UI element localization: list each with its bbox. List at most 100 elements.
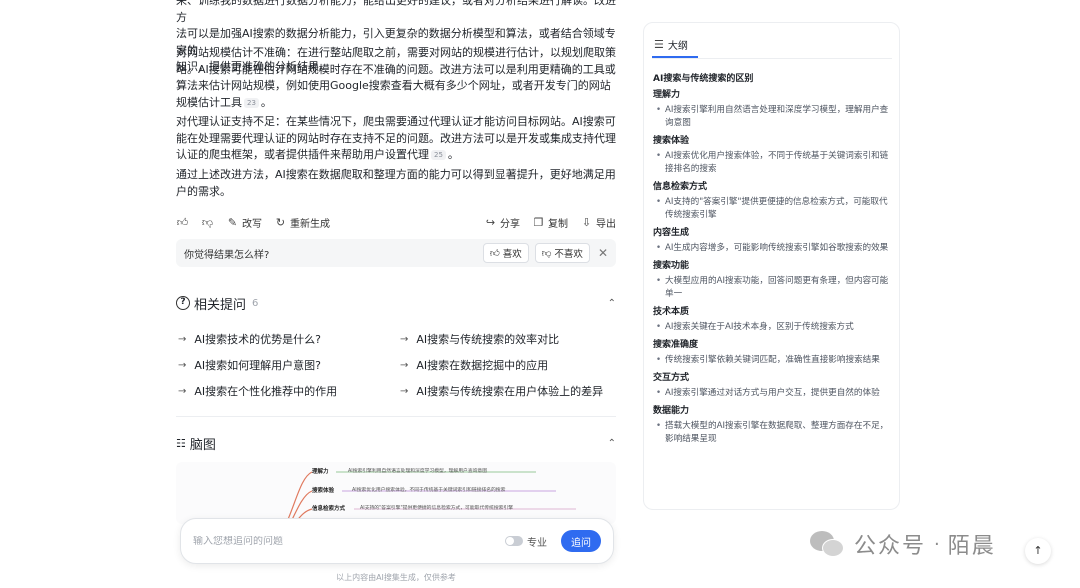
answer-text: 通过上述改进方法，AI搜索在数据爬取和整理方面的能力可以得到显著提升，更好地满足… bbox=[176, 168, 616, 198]
mindmap-node-text: AI支持的"答案引擎"提供更便捷的信息检索方式，可能取代传统搜索引擎 bbox=[360, 506, 514, 511]
related-question-text: AI搜索与传统搜索在用户体验上的差异 bbox=[416, 385, 604, 398]
tab-outline[interactable]: ☰ 大纲 bbox=[654, 33, 688, 55]
answer-text: 对代理认证支持不足：在某些情况下，爬虫需要通过代理认证才能访问目标网站。AI搜索… bbox=[176, 115, 616, 161]
related-title: 相关提问 bbox=[194, 297, 247, 313]
copy-button[interactable]: ❐ 复制 bbox=[532, 215, 568, 230]
arrow-up-icon: ↑ bbox=[1033, 544, 1043, 557]
related-questions-header[interactable]: ? 相关提问 6 ⌃ bbox=[176, 293, 616, 313]
outline-heading[interactable]: 技术本质 bbox=[653, 306, 893, 319]
outline-section: 内容生成 AI生成内容增多，可能影响传统搜索引擎如谷歌搜索的效果 bbox=[653, 227, 893, 255]
refresh-icon: ↻ bbox=[275, 215, 286, 229]
export-button[interactable]: ⇩ 导出 bbox=[580, 215, 616, 230]
outline-section: 交互方式 AI搜索引擎通过对话方式与用户交互，提供更自然的体验 bbox=[653, 372, 893, 400]
outline-heading[interactable]: 搜索准确度 bbox=[653, 339, 893, 352]
watermark-separator: · bbox=[934, 533, 940, 555]
citation-badge[interactable]: 25 bbox=[431, 150, 446, 160]
arrow-right-icon: → bbox=[178, 359, 187, 371]
answer-line: 采、训练我的数据进行数据分析能力，能给出更好的建议，或者对分析结果进行解读。改进… bbox=[176, 0, 616, 24]
share-button[interactable]: ↪ 分享 bbox=[484, 215, 520, 230]
mindmap-title: 脑图 bbox=[189, 437, 216, 453]
outline-body: AI搜索与传统搜索的区别 理解力 AI搜索引擎利用自然语言处理和深度学习模型，理… bbox=[653, 73, 893, 451]
thumbs-up-button[interactable]: 👍︎ bbox=[176, 216, 189, 229]
wechat-icon bbox=[810, 529, 846, 559]
arrow-right-icon: → bbox=[400, 385, 409, 397]
watermark-author: 陌晨 bbox=[947, 534, 996, 559]
outline-item[interactable]: AI搜索关键在于AI技术本身，区别于传统搜索方式 bbox=[653, 321, 893, 334]
arrow-right-icon: → bbox=[178, 385, 187, 397]
regenerate-button[interactable]: ↻ 重新生成 bbox=[274, 215, 330, 230]
related-question[interactable]: → AI搜索技术的优势是什么? bbox=[178, 331, 321, 347]
related-question-text: AI搜索与传统搜索的效率对比 bbox=[416, 333, 560, 346]
outline-title[interactable]: AI搜索与传统搜索的区别 bbox=[653, 73, 893, 86]
mindmap-header[interactable]: ☷ 脑图 ⌃ bbox=[176, 433, 616, 453]
outline-item[interactable]: 大模型应用的AI搜索功能，回答问题更有条理，但内容可能单一 bbox=[653, 275, 893, 301]
chevron-up-icon[interactable]: ⌃ bbox=[608, 298, 616, 309]
answer-actions-bar: 👍︎ 👎︎ ✎ 改写 ↻ 重新生成 ↪ 分享 ❐ 复制 ⇩ 导出 bbox=[176, 214, 616, 230]
outline-item[interactable]: AI搜索引擎利用自然语言处理和深度学习模型，理解用户查询意图 bbox=[653, 104, 893, 130]
outline-section: 理解力 AI搜索引擎利用自然语言处理和深度学习模型，理解用户查询意图 bbox=[653, 89, 893, 130]
mindmap-node: 理解力 bbox=[312, 469, 329, 475]
related-question[interactable]: → AI搜索如何理解用户意图? bbox=[178, 357, 321, 373]
mindmap-node: 信息检索方式 bbox=[312, 506, 346, 512]
like-label: 喜欢 bbox=[502, 249, 522, 260]
pro-mode-toggle[interactable] bbox=[505, 536, 523, 546]
outline-item[interactable]: AI搜索优化用户搜索体验，不同于传统基于关键词索引和链接排名的搜索 bbox=[653, 150, 893, 176]
mindmap-node-text: AI搜索引擎利用自然语言处理和深度学习模型，理解用户查询意图 bbox=[348, 469, 488, 474]
related-question-text: AI搜索在个性化推荐中的作用 bbox=[194, 385, 338, 398]
thumbs-down-icon: 👎︎ bbox=[541, 248, 552, 259]
outline-heading[interactable]: 数据能力 bbox=[653, 405, 893, 418]
outline-heading[interactable]: 搜索功能 bbox=[653, 260, 893, 273]
mindmap-node-text: AI搜索优化用户搜索体验，不同于传统基于关键词索引和链接排名的搜索 bbox=[352, 488, 506, 493]
close-icon[interactable]: ✕ bbox=[598, 246, 608, 260]
outline-heading[interactable]: 交互方式 bbox=[653, 372, 893, 385]
feedback-bar: 你觉得结果怎么样? 👍︎ 喜欢 👎︎ 不喜欢 ✕ bbox=[176, 239, 616, 267]
follow-up-input[interactable] bbox=[193, 535, 505, 547]
outline-item[interactable]: 搭载大模型的AI搜索引擎在数据爬取、整理方面存在不足，影响结果呈现 bbox=[653, 420, 893, 446]
answer-paragraph-3: 通过上述改进方法，AI搜索在数据爬取和整理方面的能力可以得到显著提升，更好地满足… bbox=[176, 167, 616, 200]
thumbs-up-icon: 👍︎ bbox=[489, 248, 500, 259]
follow-up-send-button[interactable]: 追问 bbox=[561, 530, 601, 552]
pro-mode-label: 专业 bbox=[527, 537, 547, 549]
related-question[interactable]: → AI搜索在个性化推荐中的作用 bbox=[178, 383, 337, 399]
rewrite-label: 改写 bbox=[242, 218, 262, 230]
answer-column: 采、训练我的数据进行数据分析能力，能给出更好的建议，或者对分析结果进行解读。改进… bbox=[176, 0, 616, 588]
share-label: 分享 bbox=[500, 218, 520, 230]
edit-icon: ✎ bbox=[227, 215, 238, 229]
related-question-text: AI搜索如何理解用户意图? bbox=[194, 359, 321, 372]
scroll-top-button[interactable]: ↑ bbox=[1025, 538, 1051, 564]
related-question[interactable]: → AI搜索与传统搜索在用户体验上的差异 bbox=[400, 383, 603, 399]
export-label: 导出 bbox=[596, 218, 616, 230]
outline-heading[interactable]: 搜索体验 bbox=[653, 135, 893, 148]
outline-heading[interactable]: 内容生成 bbox=[653, 227, 893, 240]
outline-section: 技术本质 AI搜索关键在于AI技术本身，区别于传统搜索方式 bbox=[653, 306, 893, 334]
follow-up-input-bar: 专业 追问 bbox=[180, 518, 614, 564]
citation-badge[interactable]: 23 bbox=[244, 97, 259, 108]
mindmap-icon: ☷ bbox=[176, 436, 186, 450]
share-icon: ↪ bbox=[485, 215, 496, 229]
export-icon: ⇩ bbox=[581, 215, 592, 229]
divider bbox=[176, 416, 616, 417]
dislike-button[interactable]: 👎︎ 不喜欢 bbox=[534, 243, 590, 263]
outline-heading[interactable]: 理解力 bbox=[653, 89, 893, 102]
outline-heading[interactable]: 信息检索方式 bbox=[653, 181, 893, 194]
outline-item[interactable]: 传统搜索引擎依赖关键词匹配，准确性直接影响搜索结果 bbox=[653, 354, 893, 367]
outline-item[interactable]: AI搜索引擎通过对话方式与用户交互，提供更自然的体验 bbox=[653, 387, 893, 400]
chevron-up-icon[interactable]: ⌃ bbox=[608, 438, 616, 449]
copy-icon: ❐ bbox=[533, 215, 544, 229]
related-question[interactable]: → AI搜索与传统搜索的效率对比 bbox=[400, 331, 559, 347]
rewrite-button[interactable]: ✎ 改写 bbox=[226, 215, 262, 230]
mindmap-preview[interactable]: 理解力 AI搜索引擎利用自然语言处理和深度学习模型，理解用户查询意图 搜索体验 … bbox=[176, 462, 616, 524]
feedback-question: 你觉得结果怎么样? bbox=[184, 249, 270, 261]
ai-disclaimer: 以上内容由AI搜集生成，仅供参考 bbox=[336, 573, 456, 582]
related-count: 6 bbox=[252, 297, 259, 309]
wechat-watermark: 公众号 · 陌晨 bbox=[810, 526, 996, 562]
outline-tab-label: 大纲 bbox=[667, 40, 688, 52]
arrow-right-icon: → bbox=[400, 333, 409, 345]
related-question[interactable]: → AI搜索在数据挖掘中的应用 bbox=[400, 357, 548, 373]
arrow-right-icon: → bbox=[178, 333, 187, 345]
outline-item[interactable]: AI生成内容增多，可能影响传统搜索引擎如谷歌搜索的效果 bbox=[653, 242, 893, 255]
outline-item[interactable]: AI支持的"答案引擎"提供更便捷的信息检索方式，可能取代传统搜索引擎 bbox=[653, 196, 893, 222]
copy-label: 复制 bbox=[548, 218, 568, 230]
like-button[interactable]: 👍︎ 喜欢 bbox=[482, 243, 529, 263]
thumbs-down-button[interactable]: 👎︎ bbox=[201, 216, 214, 229]
